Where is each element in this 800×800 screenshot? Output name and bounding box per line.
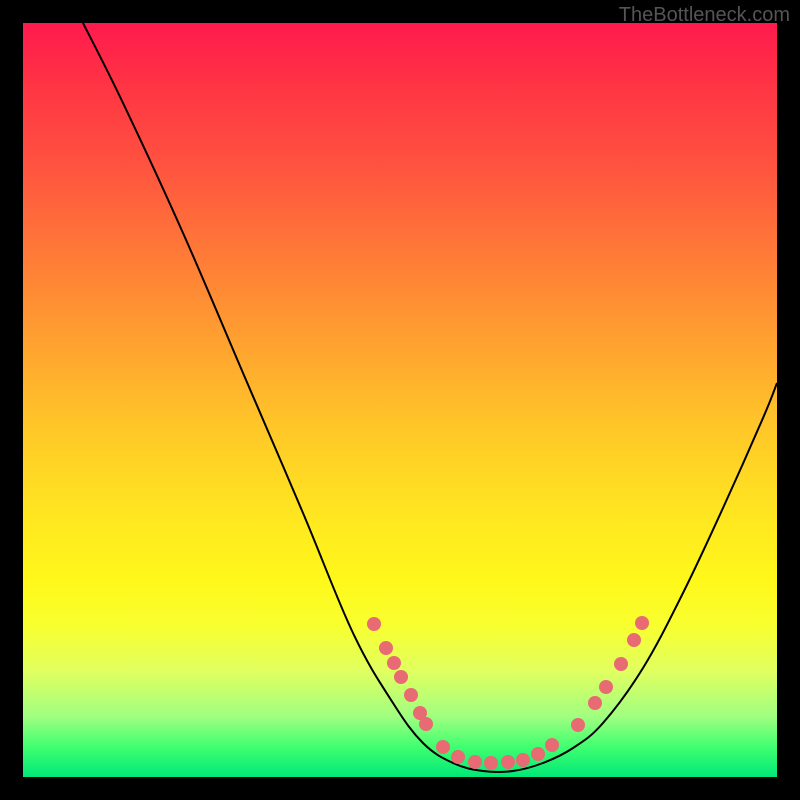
data-marker xyxy=(367,617,381,631)
chart-svg xyxy=(23,23,777,777)
data-marker xyxy=(394,670,408,684)
data-marker xyxy=(635,616,649,630)
data-marker xyxy=(404,688,418,702)
bottleneck-curve xyxy=(83,23,777,772)
data-marker xyxy=(599,680,613,694)
data-marker xyxy=(451,750,465,764)
plot-area xyxy=(23,23,777,777)
data-marker xyxy=(531,747,545,761)
data-marker xyxy=(419,717,433,731)
data-marker xyxy=(516,753,530,767)
data-marker xyxy=(571,718,585,732)
data-marker xyxy=(484,756,498,770)
data-marker xyxy=(614,657,628,671)
data-marker xyxy=(545,738,559,752)
data-markers xyxy=(367,616,649,770)
data-marker xyxy=(387,656,401,670)
data-marker xyxy=(468,755,482,769)
data-marker xyxy=(436,740,450,754)
data-marker xyxy=(379,641,393,655)
chart-container: TheBottleneck.com xyxy=(0,0,800,800)
data-marker xyxy=(588,696,602,710)
data-marker xyxy=(627,633,641,647)
data-marker xyxy=(501,755,515,769)
watermark-text: TheBottleneck.com xyxy=(619,4,790,27)
